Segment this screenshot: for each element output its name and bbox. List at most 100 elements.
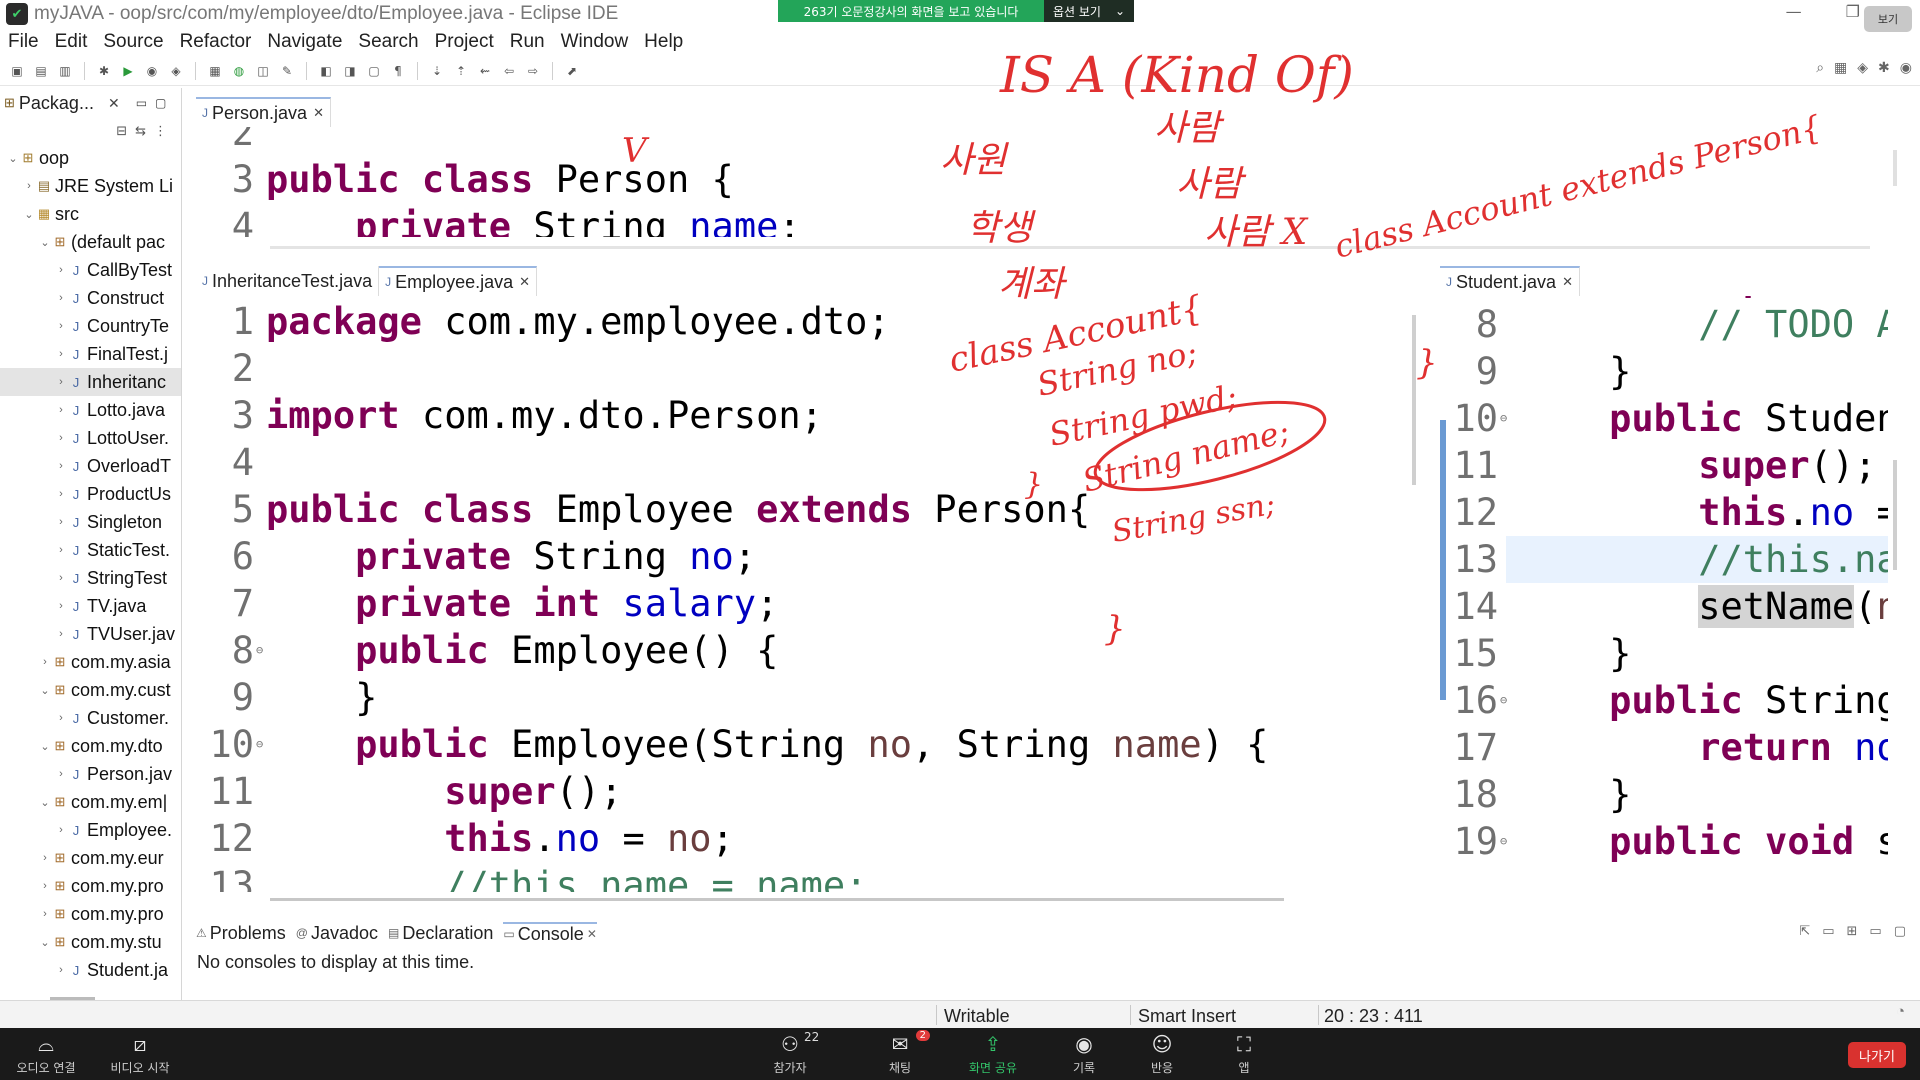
close-icon[interactable]: ✕ [108, 95, 120, 112]
employee-editor[interactable]: 1 package com.my.employee.dto; 2 3 import co… [196, 296, 1408, 892]
menu-search[interactable]: Search [350, 31, 426, 53]
menu-run[interactable]: Run [502, 31, 553, 53]
expanded-icon[interactable]: ⌄ [38, 684, 52, 697]
view-menu-icon[interactable]: ⋮ [154, 124, 167, 139]
expanded-icon[interactable]: ⌄ [38, 740, 52, 753]
tree-item[interactable]: › J CallByTest [0, 256, 181, 284]
save-icon[interactable]: ▤ [32, 62, 50, 80]
collapsed-icon[interactable]: › [54, 544, 68, 556]
maximize-view-icon[interactable]: ▢ [1894, 924, 1906, 939]
tree-item[interactable]: › J StaticTest. [0, 536, 181, 564]
record-button[interactable]: ◉ 기록 [1060, 1032, 1108, 1076]
java-perspective-icon[interactable]: ◉ [1900, 60, 1912, 76]
tree-item[interactable]: › J Inheritanc [0, 368, 181, 396]
coverage-icon[interactable]: ◉ [143, 62, 161, 80]
collapsed-icon[interactable]: › [54, 432, 68, 444]
collapsed-icon[interactable]: › [54, 964, 68, 976]
collapsed-icon[interactable]: › [54, 376, 68, 388]
tree-item[interactable]: › J Singleton [0, 508, 181, 536]
close-icon[interactable]: ✕ [587, 927, 597, 941]
tree-item[interactable]: › J TV.java [0, 592, 181, 620]
share-options-button[interactable]: 옵션 보기 ⌄ [1044, 0, 1134, 22]
close-icon[interactable]: ✕ [519, 274, 530, 290]
collapsed-icon[interactable]: › [54, 768, 68, 780]
toggle-highlight-icon[interactable]: ◨ [341, 62, 359, 80]
apps-button[interactable]: ⛶ 앱 [1220, 1032, 1268, 1076]
open-console-icon[interactable]: ⊞ [1847, 924, 1858, 939]
notification-icon[interactable]: ◔ [1896, 1003, 1905, 1020]
tree-item[interactable]: › J ProductUs [0, 480, 181, 508]
menu-file[interactable]: File [0, 31, 47, 53]
new-icon[interactable]: ▣ [8, 62, 26, 80]
collapsed-icon[interactable]: › [54, 824, 68, 836]
new-package-icon[interactable]: ▦ [206, 62, 224, 80]
external-tools-icon[interactable]: ◈ [167, 62, 185, 80]
maximize-view-icon[interactable]: ▢ [155, 96, 166, 110]
minimize-view-icon[interactable]: ▭ [1869, 924, 1881, 939]
java-ee-perspective-icon[interactable]: ◈ [1857, 60, 1868, 76]
tree-item[interactable]: › J Person.jav [0, 760, 181, 788]
menu-window[interactable]: Window [553, 31, 637, 53]
collapsed-icon[interactable]: › [38, 852, 52, 864]
new-class-icon[interactable]: ◍ [230, 62, 248, 80]
tab-inheritancetest-java[interactable]: J InheritanceTest.java [196, 266, 380, 296]
collapsed-icon[interactable]: › [54, 712, 68, 724]
forward-icon[interactable]: ⇨ [524, 62, 542, 80]
expanded-icon[interactable]: ⌄ [38, 236, 52, 249]
tab-problems[interactable]: ⚠ Problems [196, 923, 286, 944]
menu-refactor[interactable]: Refactor [172, 31, 260, 53]
next-annotation-icon[interactable]: ⇣ [428, 62, 446, 80]
menu-navigate[interactable]: Navigate [259, 31, 350, 53]
tree-item[interactable]: ⌄ ⊞ com.my.em| [0, 788, 181, 816]
search-tool-icon[interactable]: ✎ [278, 62, 296, 80]
student-editor-scrollbar[interactable] [1893, 460, 1897, 570]
pin-editor-icon[interactable]: ⬈ [563, 62, 581, 80]
collapsed-icon[interactable]: › [38, 880, 52, 892]
tree-item[interactable]: ⌄ ⊞ com.my.dto [0, 732, 181, 760]
package-explorer-tab[interactable]: ⊞ Packag... ✕ ▭ ▢ [0, 88, 181, 118]
collapsed-icon[interactable]: › [54, 404, 68, 416]
tree-item[interactable]: ⌄ ⊞ oop [0, 144, 181, 172]
collapsed-icon[interactable]: › [54, 264, 68, 276]
menu-source[interactable]: Source [95, 31, 171, 53]
fold-toggle-icon[interactable]: ⊖ [256, 721, 263, 768]
collapsed-icon[interactable]: › [54, 348, 68, 360]
show-whitespace-icon[interactable]: ¶ [389, 62, 407, 80]
menu-help[interactable]: Help [636, 31, 691, 53]
restore-icon[interactable]: ❐ [1846, 2, 1860, 21]
tree-item[interactable]: ⌄ ⊞ (default pac [0, 228, 181, 256]
video-button[interactable]: ⧄ 비디오 시작 [100, 1032, 180, 1076]
collapsed-icon[interactable]: › [54, 460, 68, 472]
toggle-mark-icon[interactable]: ◧ [317, 62, 335, 80]
student-editor[interactable]: 7 super();8 // TODO Au9 }10⊖ public Stud… [1440, 296, 1888, 892]
tree-item[interactable]: › J Construct [0, 284, 181, 312]
prev-annotation-icon[interactable]: ⇡ [452, 62, 470, 80]
person-editor-hscroll[interactable] [270, 246, 1870, 249]
search-icon[interactable]: ⌕ [1816, 60, 1824, 76]
fold-toggle-icon[interactable]: ⊖ [1500, 395, 1507, 442]
employee-editor-hscroll[interactable] [270, 898, 1284, 901]
tree-item[interactable]: ⌄ ⊞ com.my.stu [0, 928, 181, 956]
open-type-icon[interactable]: ◫ [254, 62, 272, 80]
reactions-button[interactable]: ☺ 반응 [1138, 1032, 1186, 1076]
tree-item[interactable]: ⌄ ▦ src [0, 200, 181, 228]
collapsed-icon[interactable]: › [38, 656, 52, 668]
debug-icon[interactable]: ✱ [95, 62, 113, 80]
back-icon[interactable]: ⇦ [500, 62, 518, 80]
view-toggle-button[interactable]: 보기 [1864, 6, 1912, 32]
audio-button[interactable]: ⌓ 오디오 연결 [6, 1032, 86, 1076]
tree-item[interactable]: › J TVUser.jav [0, 620, 181, 648]
tree-item[interactable]: › ⊞ com.my.eur [0, 844, 181, 872]
menu-project[interactable]: Project [427, 31, 502, 53]
fold-toggle-icon[interactable]: ⊖ [1500, 677, 1507, 724]
collapsed-icon[interactable]: › [54, 488, 68, 500]
tab-console[interactable]: ▭ Console ✕ [503, 921, 597, 945]
open-perspective-icon[interactable]: ▦ [1834, 60, 1847, 76]
save-all-icon[interactable]: ▥ [56, 62, 74, 80]
close-icon[interactable]: ✕ [1562, 274, 1573, 290]
collapsed-icon[interactable]: › [54, 628, 68, 640]
person-editor-scrollbar[interactable] [1893, 150, 1897, 186]
tab-declaration[interactable]: ▤ Declaration [388, 923, 493, 944]
tab-javadoc[interactable]: @ Javadoc [296, 923, 378, 944]
tree-item[interactable]: › J OverloadT [0, 452, 181, 480]
